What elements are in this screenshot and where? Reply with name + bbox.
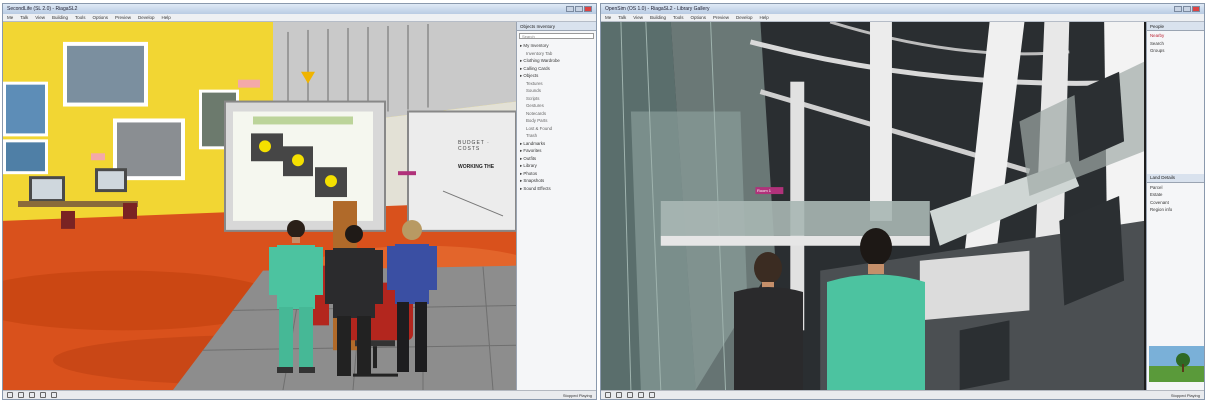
people-item[interactable]: Groups [1150, 47, 1201, 55]
gesture-icon[interactable] [616, 392, 622, 398]
menu-me[interactable]: Me [605, 15, 611, 20]
board-line-1: BUDGET · COSTS [458, 140, 490, 152]
room-sign: Room 1 [757, 188, 772, 193]
inventory-item[interactable]: ▸ My Inventory [520, 42, 593, 50]
people-item[interactable]: Nearby [1150, 32, 1201, 40]
inventory-item[interactable]: Sounds [520, 87, 593, 95]
left-3d-viewport[interactable]: BUDGET · COSTS WORKING THE [3, 22, 516, 390]
menu-options[interactable]: Options [691, 15, 707, 20]
land-item[interactable]: Covenant [1150, 199, 1201, 207]
people-item[interactable]: Search [1150, 40, 1201, 48]
inventory-search-input[interactable]: Search [519, 33, 594, 39]
inventory-list: ▸ My Inventory Inventory Tab ▸ Clothing Wa… [517, 41, 596, 193]
menu-develop[interactable]: Develop [138, 15, 155, 20]
close-button[interactable] [584, 6, 592, 12]
inventory-item[interactable]: ▸ Sound Effects [520, 185, 593, 193]
menu-tools[interactable]: Tools [75, 15, 86, 20]
menu-building[interactable]: Building [52, 15, 68, 20]
minimize-button[interactable] [566, 6, 574, 12]
left-bottom-toolbar: Stopped Playing [3, 390, 596, 399]
avatar-scrubs[interactable] [265, 217, 327, 377]
inventory-item[interactable]: Scripts [520, 95, 593, 103]
inventory-item[interactable]: ▸ Objects [520, 72, 593, 80]
menu-view[interactable]: View [633, 15, 643, 20]
right-bottom-toolbar: Stopped Playing [601, 390, 1204, 399]
inventory-item[interactable]: Gestures [520, 102, 593, 110]
right-window-controls [1174, 6, 1200, 12]
gallery-scene [3, 22, 516, 390]
inventory-item[interactable]: ▸ Outfits [520, 155, 593, 163]
menu-talk[interactable]: Talk [20, 15, 28, 20]
maximize-button[interactable] [575, 6, 583, 12]
menu-talk[interactable]: Talk [618, 15, 626, 20]
close-button[interactable] [1192, 6, 1200, 12]
right-viewer-window: OpenSim (OS 1.0) - RiagaSL2 - Library Ga… [600, 3, 1205, 400]
menu-preview[interactable]: Preview [115, 15, 131, 20]
menu-help[interactable]: Help [760, 15, 769, 20]
avatar-suit[interactable] [325, 222, 383, 382]
right-menubar: Me Talk View Building Tools Options Prev… [601, 14, 1204, 22]
people-list: Nearby Search Groups [1147, 31, 1204, 56]
inventory-item[interactable]: ▸ Library [520, 162, 593, 170]
inventory-item[interactable]: ▸ Calling Cards [520, 65, 593, 73]
inventory-item[interactable]: ▸ Landmarks [520, 140, 593, 148]
board-line-2: WORKING THE [458, 164, 495, 170]
gesture-icon[interactable] [18, 392, 24, 398]
avatar-woman[interactable] [387, 218, 437, 378]
land-item[interactable]: Parcel [1150, 184, 1201, 192]
left-status-text: Stopped Playing [562, 392, 592, 398]
move-icon[interactable] [29, 392, 35, 398]
left-menubar: Me Talk View Building Tools Options Prev… [3, 14, 596, 22]
snapshot-icon[interactable] [51, 392, 57, 398]
menu-develop[interactable]: Develop [736, 15, 753, 20]
land-item[interactable]: Estate [1150, 191, 1201, 199]
inventory-item[interactable]: Inventory Tab [520, 50, 593, 58]
avatar-suit[interactable] [726, 252, 811, 390]
left-window-title: SecondLife (SL 2.0) - RiagaSL2 [7, 6, 78, 12]
inventory-item[interactable]: Textures [520, 80, 593, 88]
inventory-title: Objects Inventory [517, 22, 596, 31]
menu-view[interactable]: View [35, 15, 45, 20]
menu-options[interactable]: Options [93, 15, 109, 20]
right-status-text: Stopped Playing [1170, 392, 1200, 398]
left-viewer-window: SecondLife (SL 2.0) - RiagaSL2 Me Talk V… [2, 3, 597, 400]
inventory-item[interactable]: Body Parts [520, 117, 593, 125]
inventory-panel: Objects Inventory Search ▸ My Inventory I… [516, 22, 596, 390]
speak-icon[interactable] [605, 392, 611, 398]
left-window-controls [566, 6, 592, 12]
menu-tools[interactable]: Tools [673, 15, 684, 20]
right-3d-viewport[interactable]: Room 1 [601, 22, 1144, 390]
land-list: Parcel Estate Covenant Region info [1147, 183, 1204, 215]
move-icon[interactable] [627, 392, 633, 398]
inventory-item[interactable]: Lost & Found [520, 125, 593, 133]
inventory-item[interactable]: ▸ Clothing Wardrobe [520, 57, 593, 65]
left-titlebar[interactable]: SecondLife (SL 2.0) - RiagaSL2 [3, 4, 596, 14]
inventory-item[interactable]: Trash [520, 132, 593, 140]
menu-help[interactable]: Help [162, 15, 171, 20]
board-text: BUDGET · COSTS WORKING THE [458, 140, 513, 170]
menu-building[interactable]: Building [650, 15, 666, 20]
camera-icon[interactable] [638, 392, 644, 398]
land-panel-title: Land Details [1147, 173, 1204, 183]
people-panel: People Nearby Search Groups Land Details… [1146, 22, 1204, 390]
people-panel-title: People [1147, 22, 1204, 31]
snapshot-icon[interactable] [649, 392, 655, 398]
inventory-item[interactable]: ▸ Photos [520, 170, 593, 178]
menu-me[interactable]: Me [7, 15, 13, 20]
minimap[interactable] [1149, 346, 1204, 382]
menu-preview[interactable]: Preview [713, 15, 729, 20]
camera-icon[interactable] [40, 392, 46, 398]
inventory-item[interactable]: ▸ Favorites [520, 147, 593, 155]
inventory-item[interactable]: Notecards [520, 110, 593, 118]
minimize-button[interactable] [1174, 6, 1182, 12]
avatar-scrubs[interactable] [821, 227, 931, 390]
land-item[interactable]: Region info [1150, 206, 1201, 214]
inventory-item[interactable]: ▸ Snapshots [520, 177, 593, 185]
maximize-button[interactable] [1183, 6, 1191, 12]
right-titlebar[interactable]: OpenSim (OS 1.0) - RiagaSL2 - Library Ga… [601, 4, 1204, 14]
right-window-title: OpenSim (OS 1.0) - RiagaSL2 - Library Ga… [605, 6, 710, 12]
speak-icon[interactable] [7, 392, 13, 398]
